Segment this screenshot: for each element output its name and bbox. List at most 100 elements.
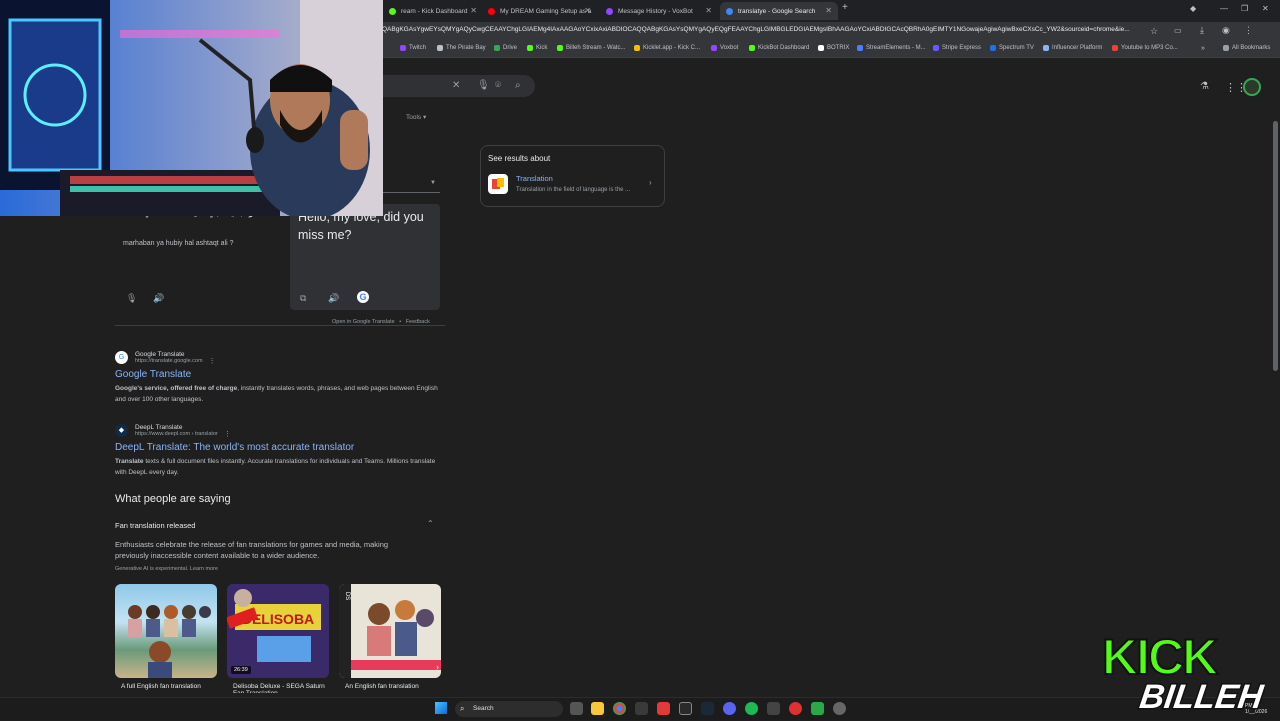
bookmark-voxbot[interactable]: Voxbot [711,45,738,51]
bookmark-spectrum[interactable]: Spectrum TV [990,45,1034,51]
account-avatar[interactable] [1243,78,1261,96]
app-icon[interactable] [635,702,648,715]
labs-icon[interactable]: ⚗ [1200,81,1209,92]
thumbnail-caption[interactable]: Delisoba Deluxe - SEGA Saturn Fan Transl… [233,683,335,693]
bookmark-piratebay[interactable]: The Pirate Bay [437,45,486,51]
video-thumbnail[interactable]: DELISOBA 26:39 [227,584,329,678]
kicklet-icon [634,45,640,51]
close-icon[interactable]: ✕ [825,6,832,15]
bookmark-kickbot[interactable]: KickBot Dashboard [749,45,809,51]
video-duration: 26:39 [231,666,251,674]
discord-icon[interactable] [723,702,736,715]
panel-link[interactable]: Translation [516,174,553,183]
minimize-icon[interactable]: — [1220,4,1228,13]
thumbnail-caption[interactable]: An English fan translation [345,683,447,690]
mic-icon[interactable]: 🎙 [126,293,137,304]
tab-voxbot[interactable]: Message History - VoxBot ✕ [600,2,718,20]
search-icon[interactable]: ⌕ [515,80,521,91]
chevron-right-icon[interactable]: › [436,662,439,672]
bookmark-label: Kick [536,45,548,51]
copy-icon[interactable]: ⧉ [300,293,306,304]
ai-disclaimer: Generative AI is experimental. Learn mor… [115,566,219,572]
window-close-icon[interactable]: ✕ [1262,4,1269,13]
topic-heading[interactable]: Fan translation released [115,521,195,530]
more-options-icon[interactable]: ⋮ [224,430,231,438]
thumbnail-caption[interactable]: A full English fan translation [121,683,223,690]
settings-icon[interactable] [833,702,846,715]
close-icon[interactable]: ✕ [470,6,477,15]
file-explorer-icon[interactable] [591,702,604,715]
bookmark-label: Twitch [409,45,427,51]
profile-icon[interactable]: ◉ [1222,25,1230,36]
bookmark-label: Voxbot [720,45,739,51]
bookmark-label: All Bookmarks [1232,45,1271,51]
video-thumbnail[interactable]: DS [339,584,441,678]
app-icon[interactable] [789,702,802,715]
extensions-icon[interactable]: ◆ [1190,4,1196,13]
youtube-icon [488,7,495,15]
app-icon[interactable] [767,702,780,715]
task-view-icon[interactable] [570,702,583,715]
restore-icon[interactable]: ❐ [1241,4,1248,13]
all-bookmarks[interactable]: All Bookmarks [1223,45,1270,51]
bookmark-drive[interactable]: Drive [494,45,517,51]
result-title-link[interactable]: DeepL Translate: The world's most accura… [115,442,445,453]
kick-billeh-logo: KICK BILLEH [1100,626,1268,721]
result-site[interactable]: ◆ DeepL Translate https://www.deepl.com … [115,422,445,438]
chrome-icon[interactable] [613,702,626,715]
google-logo-icon: G [357,291,369,303]
see-results-about-panel[interactable]: See results about Translation Translatio… [480,145,665,207]
bookmark-kick[interactable]: Kick [527,45,547,51]
bookmark-yt-mp3[interactable]: Youtube to MP3 Co... [1112,45,1178,51]
more-options-icon[interactable]: ⋮ [209,357,216,365]
new-tab-icon[interactable]: + [842,2,848,13]
voxbot-icon [606,7,613,15]
bookmark-kicklet[interactable]: Kicklet.app - Kick C... [634,45,700,51]
mic-icon[interactable]: 🎙 [477,80,490,91]
chevron-up-icon[interactable]: ⌃ [427,519,434,528]
result-title-link[interactable]: Google Translate [115,369,445,380]
tab-kick-dashboard[interactable]: ream - Kick Dashboard ✕ [383,2,483,20]
bookmark-billeh-stream[interactable]: Billeh Stream - Watc... [557,45,625,51]
lens-icon[interactable]: ⌾ [495,80,501,91]
download-icon[interactable]: ⤓ [1200,25,1204,36]
cast-icon[interactable]: ▭ [1174,26,1182,35]
result-url: https://www.deepl.com › translator [135,430,218,437]
windows-start-icon[interactable] [435,702,447,714]
search-input[interactable]: ✕ 🎙 ⌾ ⌕ [382,75,535,97]
bookmark-stripe[interactable]: Stripe Express [933,45,981,51]
tab-label: My DREAM Gaming Setup as a [500,7,592,15]
bookmark-label: Billeh Stream - Watc... [566,45,626,51]
menu-icon[interactable]: ⋮ [1244,25,1253,36]
video-thumbnail[interactable] [115,584,217,678]
scrollbar[interactable] [1273,121,1278,371]
section-heading: What people are saying [115,493,231,505]
app-icon[interactable] [679,702,692,715]
spectrum-icon [990,45,996,51]
close-icon[interactable]: ✕ [705,6,712,15]
taskbar-search[interactable]: ⌕ Search [455,701,563,717]
speaker-icon[interactable]: 🔊 [328,293,339,304]
star-icon[interactable]: ☆ [1150,26,1158,37]
result-site[interactable]: G Google Translate https://translate.goo… [115,349,445,365]
tools-menu[interactable]: Tools ▾ [406,113,426,121]
steam-icon[interactable] [701,702,714,715]
bookmark-botrix[interactable]: BOTRIX [818,45,849,51]
snippet-bold: Google's service, offered free of charge [115,385,238,392]
close-icon[interactable]: ✕ [584,6,591,15]
bookmark-twitch[interactable]: Twitch [400,45,426,51]
app-icon[interactable] [657,702,670,715]
tab-youtube-video[interactable]: My DREAM Gaming Setup as a ✕ [482,2,597,20]
anime-characters-image [128,605,211,678]
excel-icon[interactable] [811,702,824,715]
tab-google-search[interactable]: translatye - Google Search ✕ [720,2,838,20]
bookmarks-overflow-icon[interactable]: » [1201,45,1205,52]
twitch-icon [400,45,406,51]
bookmark-streamelements[interactable]: StreamElements - M... [857,45,926,51]
speaker-icon[interactable]: 🔊 [153,293,164,304]
result-url: https://translate.google.com [135,357,203,364]
spotify-icon[interactable] [745,702,758,715]
url-field[interactable]: QABgKGAsYgwEYsQMYgAQyCwgCEAAYChgLGIAEMg4… [382,26,1142,33]
bookmark-influencer[interactable]: Influencer Platform [1043,45,1102,51]
clear-icon[interactable]: ✕ [452,80,460,91]
